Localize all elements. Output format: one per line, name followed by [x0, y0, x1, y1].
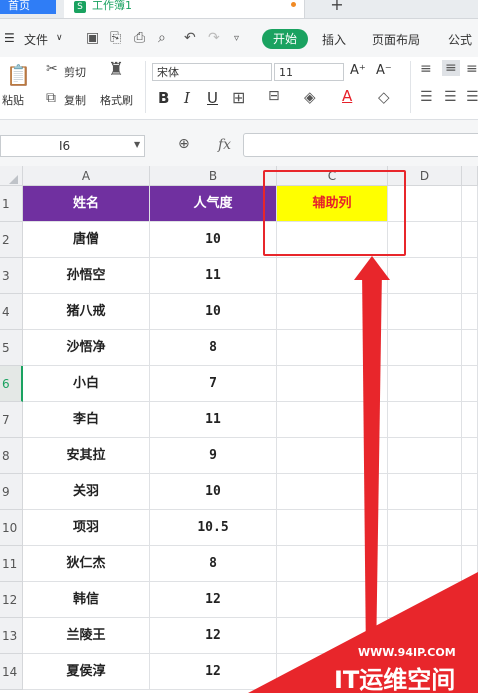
- watermark-brand: IT运维空间: [334, 666, 455, 693]
- annotation-arrow-head: [354, 256, 390, 280]
- watermark-corner: WWW.94IP.COM IT运维空间: [248, 572, 478, 693]
- watermark-url: WWW.94IP.COM: [358, 646, 456, 659]
